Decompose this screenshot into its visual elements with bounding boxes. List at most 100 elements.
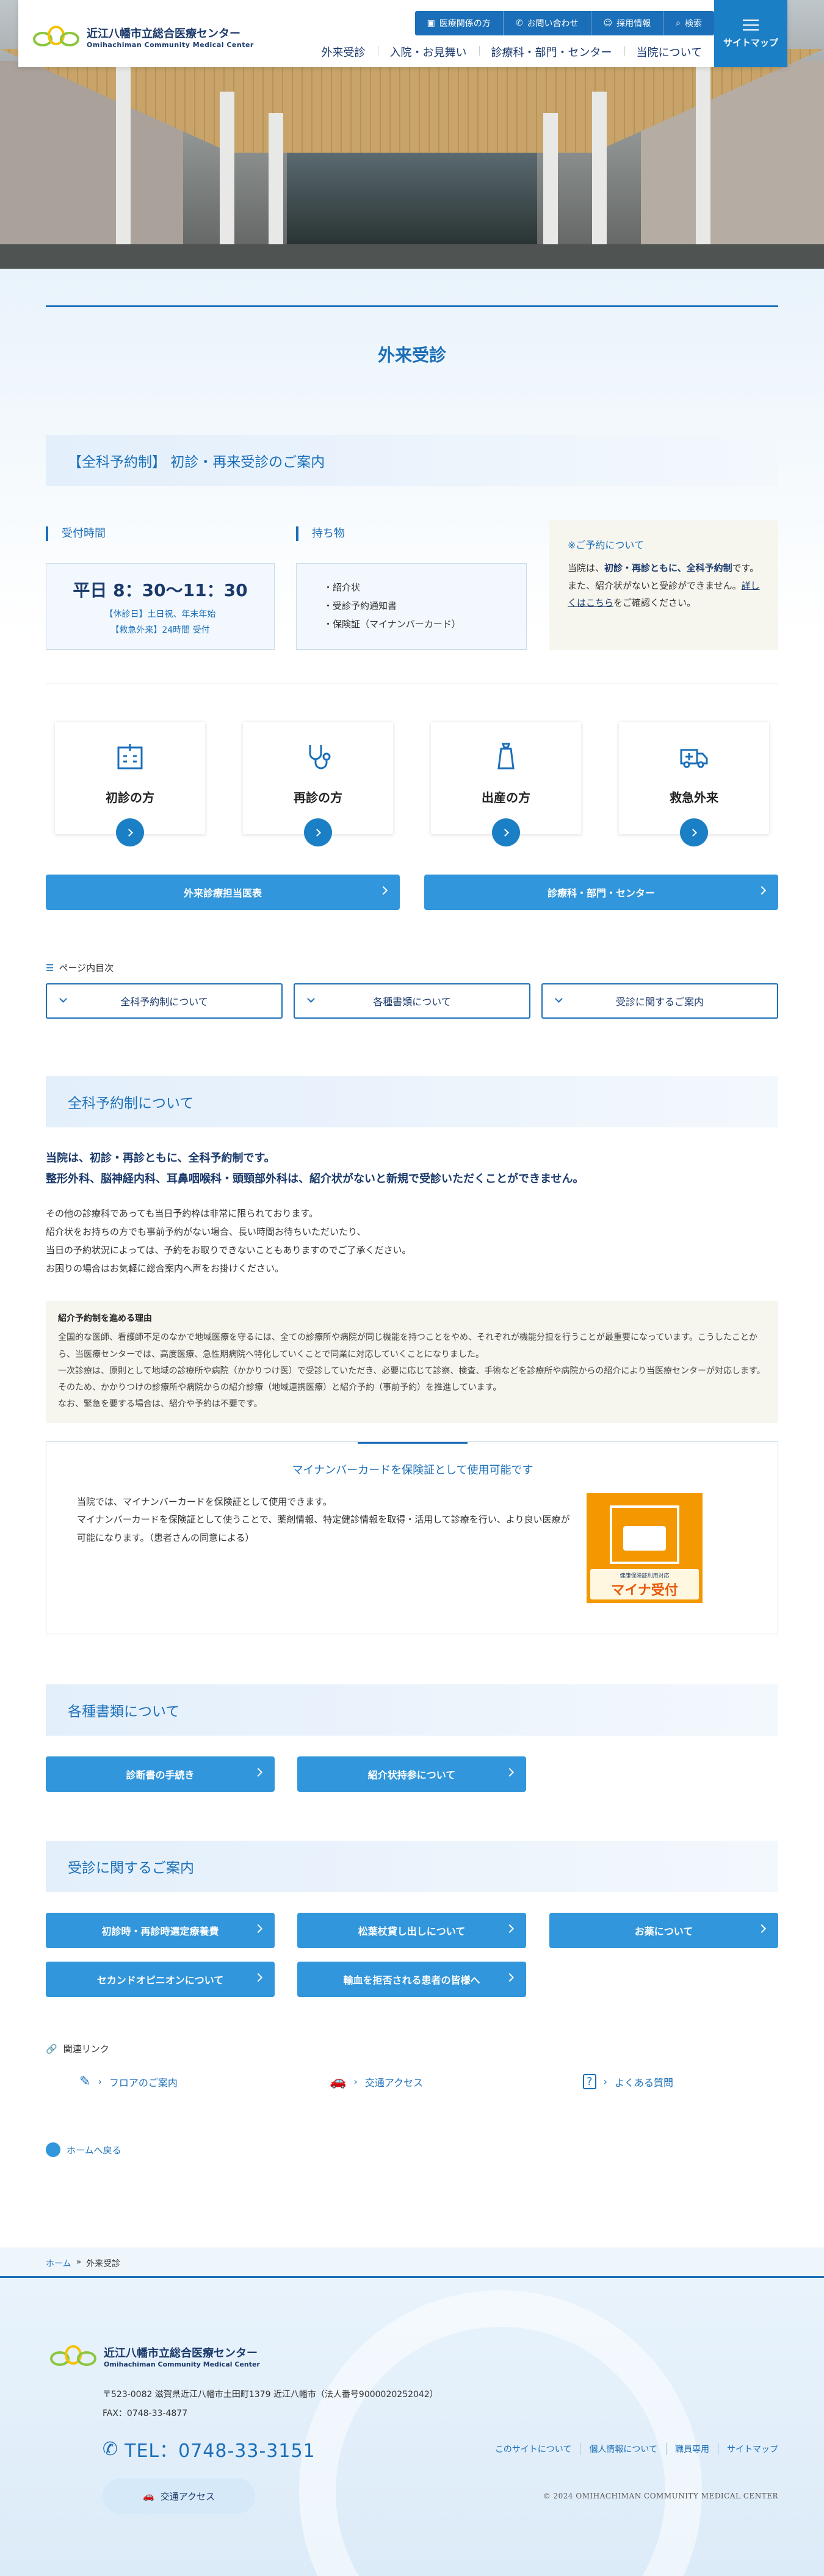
footer-about-site[interactable]: このサイトについて bbox=[486, 2443, 581, 2455]
breadcrumb-current: 外来受診 bbox=[86, 2259, 121, 2269]
hours-main: 平日 8：30〜11：30 bbox=[73, 580, 248, 600]
item-notice: ・受診予約通知書 bbox=[323, 600, 397, 611]
phone-icon: ✆ bbox=[103, 2438, 119, 2460]
footer-staff[interactable]: 職員専用 bbox=[667, 2443, 718, 2455]
related-faq[interactable]: ? › よくある質問 bbox=[583, 2074, 673, 2089]
footer-logo[interactable]: 近江八幡市立総合医療センター Omihachiman Community Med… bbox=[49, 2344, 260, 2368]
medical-certificate-button[interactable]: 診断書の手続き bbox=[46, 1756, 275, 1792]
hamburger-icon bbox=[743, 19, 759, 31]
util-search-link[interactable]: ⌕ 検索 bbox=[663, 11, 714, 35]
ambulance-icon bbox=[680, 749, 708, 768]
stethoscope-icon bbox=[309, 745, 331, 770]
footer-access-button[interactable]: 🚗 交通アクセス bbox=[103, 2478, 255, 2514]
transfusion-refusal-button[interactable]: 輸血を拒否される患者の皆様へ bbox=[297, 1962, 526, 1997]
section-heading-documents: 各種書類について bbox=[46, 1684, 778, 1736]
chevron-right-icon bbox=[505, 1973, 515, 1982]
mynumber-text: 当院では、マイナンバーカードを保険証として使用できます。 マイナンバーカードを保険… bbox=[77, 1496, 570, 1543]
car-icon: 🚗 bbox=[143, 2490, 154, 2501]
chevron-right-icon bbox=[505, 1767, 515, 1777]
card-emergency[interactable]: 救急外来 bbox=[619, 722, 769, 846]
chevron-right-icon bbox=[378, 886, 388, 895]
list-icon: ☰ bbox=[46, 962, 54, 973]
chevron-right-icon bbox=[253, 1924, 263, 1934]
items-box: ・紹介状 ・受診予約通知書 ・保険証（マイナンバーカード） bbox=[296, 563, 527, 650]
arrow-circle-icon bbox=[680, 818, 708, 846]
item-insurance: ・保険証（マイナンバーカード） bbox=[323, 619, 461, 630]
gnav-about[interactable]: 当院について bbox=[624, 44, 714, 60]
card-return-visit[interactable]: 再診の方 bbox=[243, 722, 393, 846]
chevron-right-icon bbox=[505, 1924, 515, 1934]
site-logo[interactable]: 近江八幡市立総合医療センター Omihachiman Community Med… bbox=[32, 24, 254, 49]
back-home-link[interactable]: ホームへ戻る bbox=[46, 2142, 121, 2157]
mynumber-poster: 健康保険証利用対応 マイナ受付 bbox=[587, 1493, 703, 1603]
referral-letter-button[interactable]: 紹介状持参について bbox=[297, 1756, 526, 1792]
copyright: © 2024 OMIHACHIMAN COMMUNITY MEDICAL CEN… bbox=[543, 2492, 778, 2500]
gnav-departments[interactable]: 診療科・部門・センター bbox=[479, 44, 624, 60]
toc-reservation[interactable]: 全科予約制について bbox=[46, 983, 283, 1019]
medicine-button[interactable]: お薬について bbox=[549, 1913, 778, 1948]
hospital-icon bbox=[117, 744, 143, 770]
hero-entrance bbox=[287, 153, 537, 250]
question-icon: ? bbox=[583, 2074, 596, 2089]
phone-icon: ✆ bbox=[515, 18, 523, 28]
hero-pillar bbox=[116, 67, 131, 269]
toc-documents[interactable]: 各種書類について bbox=[294, 983, 530, 1019]
departments-button[interactable]: 診療科・部門・センター bbox=[424, 875, 778, 910]
toc-guidance[interactable]: 受診に関するご案内 bbox=[541, 983, 778, 1019]
util-recruit-link[interactable]: ☺ 採用情報 bbox=[591, 11, 664, 35]
hours-heading: 受付時間 bbox=[46, 526, 106, 541]
footer-fax: FAX：0748-33-4877 bbox=[103, 2408, 188, 2418]
reservation-notice: ※ご予約について 当院は、初診・再診ともに、全科予約制です。また、紹介状がないと… bbox=[549, 520, 778, 650]
gnav-inpatient[interactable]: 入院・お見舞い bbox=[377, 44, 479, 60]
util-contact-link[interactable]: ✆ お問い合わせ bbox=[504, 11, 591, 35]
breadcrumb-home[interactable]: ホーム bbox=[46, 2257, 71, 2269]
utility-nav: ▣ 医療関係の方 ✆ お問い合わせ ☺ 採用情報 ⌕ 検索 bbox=[414, 11, 714, 35]
site-header: 近江八幡市立総合医療センター Omihachiman Community Med… bbox=[18, 0, 787, 67]
item-referral: ・紹介状 bbox=[323, 582, 361, 593]
doctor-schedule-button[interactable]: 外来診療担当医表 bbox=[46, 875, 400, 910]
chevron-down-icon bbox=[59, 995, 67, 1003]
sitemap-button[interactable]: サイトマップ bbox=[714, 0, 787, 67]
hours-box: 平日 8：30〜11：30 【休診日】土日祝、年末年始 【救急外来】24時間 受… bbox=[46, 563, 275, 650]
notice-text: 当院は、初診・再診ともに、全科予約制です。また、紹介状がないと受診ができません。… bbox=[568, 562, 760, 609]
footer-links: このサイトについて 個人情報について 職員専用 サイトマップ bbox=[486, 2443, 778, 2455]
reason-heading: 紹介予約制を進める理由 bbox=[58, 1314, 152, 1323]
crutch-rental-button[interactable]: 松葉杖貸し出しについて bbox=[297, 1913, 526, 1948]
car-icon: 🚗 bbox=[330, 2074, 347, 2089]
chevron-right-icon bbox=[757, 886, 767, 895]
reason-box: 紹介予約制を進める理由 全国的な医師、看護師不足のなかで地域医療を守るには、全て… bbox=[46, 1301, 778, 1423]
title-top-rule bbox=[46, 305, 778, 307]
footer-privacy[interactable]: 個人情報について bbox=[580, 2443, 667, 2455]
second-opinion-button[interactable]: セカンドオピニオンについて bbox=[46, 1962, 275, 1997]
breadcrumb: ホーム » 外来受診 bbox=[0, 2247, 824, 2278]
arrow-circle-icon bbox=[492, 818, 520, 846]
chevron-right-icon bbox=[757, 1924, 767, 1934]
section-heading-reservation: 【全科予約制】 初診・再来受診のご案内 bbox=[46, 435, 778, 486]
related-access[interactable]: 🚗 › 交通アクセス bbox=[330, 2074, 423, 2089]
home-circle-icon bbox=[46, 2142, 60, 2157]
card-first-visit[interactable]: 初診の方 bbox=[55, 722, 205, 846]
hero-pillar bbox=[269, 113, 283, 260]
logo-name: 近江八幡市立総合医療センター bbox=[87, 27, 240, 40]
section-heading-reservation-system: 全科予約制について bbox=[46, 1076, 778, 1127]
selection-fee-button[interactable]: 初診時・再診時選定療養費 bbox=[46, 1913, 275, 1948]
hero-pillar bbox=[696, 67, 710, 269]
card-reader-icon bbox=[610, 1505, 679, 1564]
footer-sitemap[interactable]: サイトマップ bbox=[718, 2443, 778, 2455]
logo-name-en: Omihachiman Community Medical Center bbox=[87, 40, 254, 49]
pencil-icon: ✎ bbox=[79, 2074, 91, 2089]
baby-bottle-icon bbox=[497, 743, 515, 770]
related-floor-guide[interactable]: ✎ › フロアのご案内 bbox=[79, 2074, 178, 2089]
hero-pillar bbox=[543, 113, 558, 260]
footer-bg-pattern bbox=[299, 2290, 702, 2576]
footer-tel[interactable]: ✆ TEL：0748-33-3151 bbox=[103, 2436, 316, 2462]
gnav-outpatient[interactable]: 外来受診 bbox=[309, 44, 378, 60]
util-medical-staff-link[interactable]: ▣ 医療関係の方 bbox=[415, 11, 504, 35]
mynumber-box: マイナンバーカードを保険証として使用可能です 当院では、マイナンバーカードを保険… bbox=[46, 1441, 778, 1634]
notice-heading: ※ご予約について bbox=[568, 539, 644, 551]
global-nav: 外来受診 入院・お見舞い 診療科・部門・センター 当院について bbox=[309, 44, 714, 60]
card-maternity[interactable]: 出産の方 bbox=[431, 722, 581, 846]
mynumber-heading: マイナンバーカードを保険証として使用可能です bbox=[292, 1464, 533, 1477]
chevron-right-icon bbox=[253, 1973, 263, 1982]
hero-floor bbox=[0, 244, 824, 269]
